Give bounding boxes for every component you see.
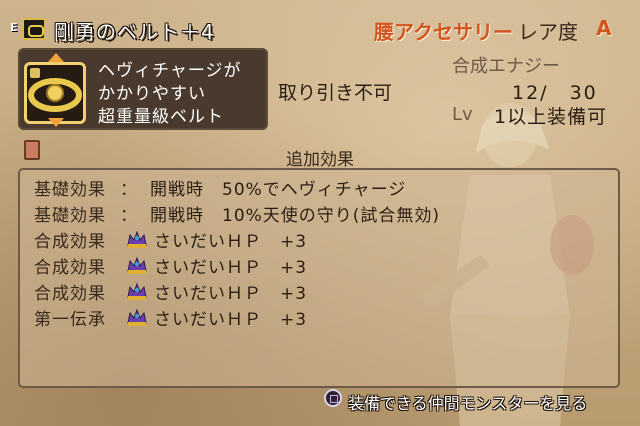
- book-icon[interactable]: [24, 140, 40, 160]
- crown-icon: [127, 230, 147, 248]
- item-category: 腰アクセサリー: [374, 20, 513, 44]
- effects-heading: 追加効果: [286, 150, 354, 170]
- effect-kind: 合成効果: [34, 284, 106, 304]
- effect-kind: 第一伝承: [34, 310, 106, 330]
- effect-row: 基礎効果 ： 開戦時 50%でヘヴィチャージ: [34, 175, 614, 200]
- effect-kind: 基礎効果: [34, 206, 106, 226]
- description-line: かかりやすい: [98, 84, 206, 104]
- view-compatible-monsters-button[interactable]: 装備できる仲間モンスターを見る: [348, 390, 587, 414]
- effect-text: さいだいＨＰ +3: [154, 258, 308, 278]
- crown-icon: [127, 282, 147, 300]
- description-line: 超重量級ベルト: [98, 107, 224, 127]
- description-line: ヘヴィチャージが: [98, 61, 242, 81]
- square-button-icon[interactable]: [324, 389, 342, 407]
- effect-kind: 合成効果: [34, 232, 106, 252]
- effect-text: さいだいＨＰ +3: [154, 232, 308, 252]
- effect-kind: 基礎効果: [34, 180, 106, 200]
- crown-icon: [127, 256, 147, 274]
- arrow-up-icon[interactable]: [48, 53, 64, 62]
- effect-row: 基礎効果 ： 開戦時 10%天使の守り(試合無効): [34, 201, 614, 226]
- effect-text: さいだいＨＰ +3: [154, 284, 308, 304]
- synthesis-energy-label: 合成エナジー: [452, 56, 560, 77]
- equipped-badge: E: [10, 21, 18, 34]
- effect-text: 開戦時 50%でヘヴィチャージ: [150, 180, 407, 200]
- arrow-down-icon[interactable]: [48, 118, 64, 127]
- crown-icon: [127, 308, 147, 326]
- rarity-value: A: [596, 16, 612, 40]
- effect-text: 開戦時 10%天使の守り(試合無効): [150, 206, 441, 226]
- lock-icon: [30, 68, 40, 78]
- effect-kind: 合成効果: [34, 258, 106, 278]
- effect-row: 合成効果 さいだいＨＰ +3: [34, 227, 614, 252]
- trade-status: 取り引き不可: [278, 82, 393, 104]
- synthesis-energy-value: 12/ 30: [512, 82, 598, 104]
- level-requirement: 1以上装備可: [494, 106, 608, 128]
- effect-row: 合成効果 さいだいＨＰ +3: [34, 279, 614, 304]
- effect-colon: ：: [120, 206, 137, 226]
- rarity-label: レア度: [518, 20, 578, 44]
- effect-text: さいだいＨＰ +3: [154, 310, 308, 330]
- effect-colon: ：: [120, 180, 137, 200]
- level-label: Lv: [452, 104, 473, 125]
- item-name: 剛勇のベルト＋4: [54, 20, 215, 44]
- effect-row: 合成効果 さいだいＨＰ +3: [34, 253, 614, 278]
- belt-small-icon: [22, 18, 46, 40]
- effect-row: 第一伝承 さいだいＨＰ +3: [34, 305, 614, 330]
